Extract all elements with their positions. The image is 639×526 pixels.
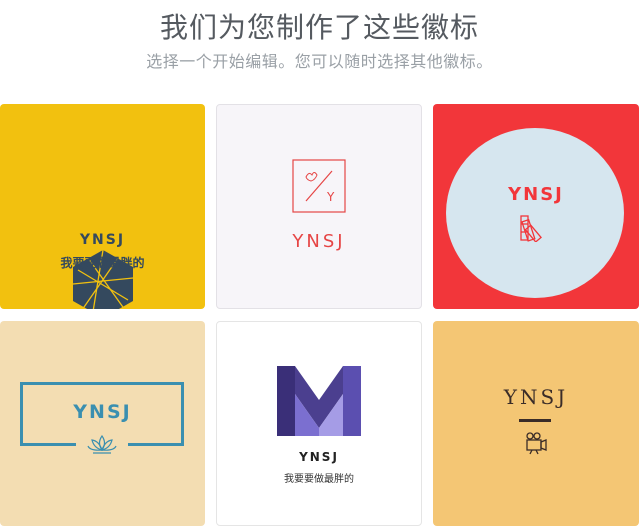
logo-card-2[interactable]: Y YNSJ	[216, 104, 422, 309]
logo-name: YNSJ	[292, 231, 346, 252]
logo-monogram: Y	[326, 190, 335, 204]
logo-card-5[interactable]: YNSJ 我要要做最胖的	[216, 321, 422, 526]
logo-name: YNSJ	[299, 450, 339, 464]
logo-card-3[interactable]: YNSJ	[433, 104, 639, 309]
logo-name: YNSJ	[503, 385, 569, 409]
logo-slogan: 我要要做最胖的	[60, 256, 145, 270]
film-camera-icon	[526, 432, 547, 455]
page-subtitle: 选择一个开始编辑。您可以随时选择其他徽标。	[146, 52, 493, 71]
logo-slogan: 我要要做最胖的	[284, 474, 354, 485]
letter-m-icon	[277, 366, 361, 436]
logo-name: YNSJ	[508, 184, 564, 205]
flame-monogram-icon: Y	[292, 159, 346, 213]
logo-card-4[interactable]: YNSJ	[0, 321, 205, 526]
logo-card-6[interactable]: YNSJ	[433, 321, 639, 526]
logo-name: YNSJ	[79, 232, 126, 248]
logo-card-1[interactable]: YNSJ 我要要做最胖的	[0, 104, 205, 309]
divider	[519, 419, 551, 422]
color-swatch-fan-icon	[520, 215, 542, 242]
page-title: 我们为您制作了这些徽标	[159, 11, 479, 44]
logo-name: YNSJ	[73, 401, 132, 423]
lotus-icon	[87, 434, 117, 454]
